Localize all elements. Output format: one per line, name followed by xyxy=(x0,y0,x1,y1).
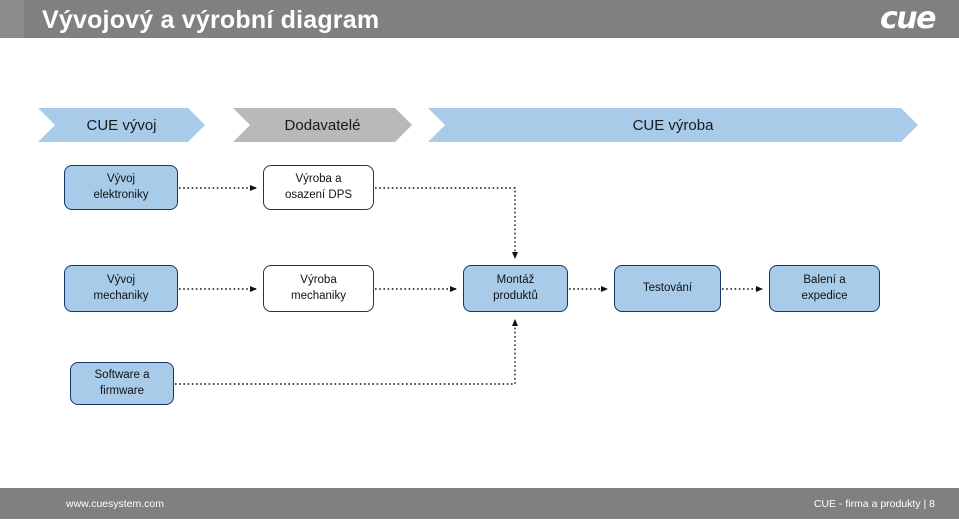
phase-band: CUE vývoj Dodavatelé CUE výroba xyxy=(0,108,959,142)
phase-chevron-label: Dodavatelé xyxy=(284,116,361,134)
flow-box-vyvoj-mechaniky[interactable]: Vývoj mechaniky xyxy=(64,265,178,312)
flow-box-label-line1: Software a xyxy=(94,369,150,382)
footer-website-link[interactable]: www.cuesystem.com xyxy=(66,488,164,519)
flow-box-testovani[interactable]: Testování xyxy=(614,265,721,312)
footer-bar: www.cuesystem.com CUE - firma a produkty… xyxy=(0,488,959,519)
flow-box-montaz-produktu[interactable]: Montáž produktů xyxy=(463,265,568,312)
flow-box-label-line1: Testování xyxy=(642,281,693,294)
flow-box-label: Vývoj mechaniky xyxy=(94,273,149,303)
flow-box-baleni-expedice[interactable]: Balení a expedice xyxy=(769,265,880,312)
flow-box-label: Testování xyxy=(643,281,692,296)
flow-box-label: Software a firmware xyxy=(95,368,150,398)
flow-box-label-line2: mechaniky xyxy=(291,289,346,302)
connector-software-to-montaz xyxy=(175,319,518,385)
connector-vyroba-dps-to-montaz xyxy=(375,187,518,259)
flow-box-vyroba-mechaniky[interactable]: Výroba mechaniky xyxy=(263,265,374,312)
phase-chevron-2[interactable]: CUE výroba xyxy=(428,108,918,142)
flow-box-label-line1: Výroba a xyxy=(295,173,342,186)
flow-box-label-line1: Vývoj xyxy=(106,274,136,287)
connector-layer xyxy=(175,185,763,385)
page-title: Vývojový a výrobní diagram xyxy=(42,6,380,34)
flow-box-software-firmware[interactable]: Software a firmware xyxy=(70,362,174,405)
flow-box-label: Montáž produktů xyxy=(493,273,538,303)
phase-chevron-0[interactable]: CUE vývoj xyxy=(38,108,205,142)
flow-box-label-line2: firmware xyxy=(99,384,145,397)
flow-box-label-line1: Vývoj xyxy=(106,173,136,186)
phase-chevron-label: CUE výroba xyxy=(632,116,714,134)
flow-box-label-line2: expedice xyxy=(801,289,848,302)
flow-box-label: Výroba mechaniky xyxy=(291,273,346,303)
phase-chevron-label: CUE vývoj xyxy=(86,116,157,134)
phase-chevron-1[interactable]: Dodavatelé xyxy=(233,108,412,142)
flow-box-label-line2: produktů xyxy=(493,289,538,302)
header-left-accent-strip xyxy=(0,0,24,38)
footer-meta: CUE - firma a produkty | 8 xyxy=(813,498,935,510)
flow-box-label-line2: mechaniky xyxy=(93,289,149,302)
flow-box-label-line2: osazení DPS xyxy=(284,188,353,201)
flow-box-label: Balení a expedice xyxy=(801,273,847,303)
flow-box-label-line1: Balení a xyxy=(803,274,846,287)
header-bar: Vývojový a výrobní diagram cue xyxy=(0,0,959,38)
flow-box-label-line1: Montáž xyxy=(496,274,535,287)
flow-box-label: Výroba a osazení DPS xyxy=(285,172,352,202)
flow-box-label-line2: elektroniky xyxy=(93,188,149,201)
flow-box-label: Vývoj elektroniky xyxy=(94,172,149,202)
flow-box-label-line1: Výroba xyxy=(300,274,337,287)
flow-box-vyvoj-elektroniky[interactable]: Vývoj elektroniky xyxy=(64,165,178,210)
cue-logo: cue xyxy=(880,1,937,36)
flow-box-vyroba-dps[interactable]: Výroba a osazení DPS xyxy=(263,165,374,210)
